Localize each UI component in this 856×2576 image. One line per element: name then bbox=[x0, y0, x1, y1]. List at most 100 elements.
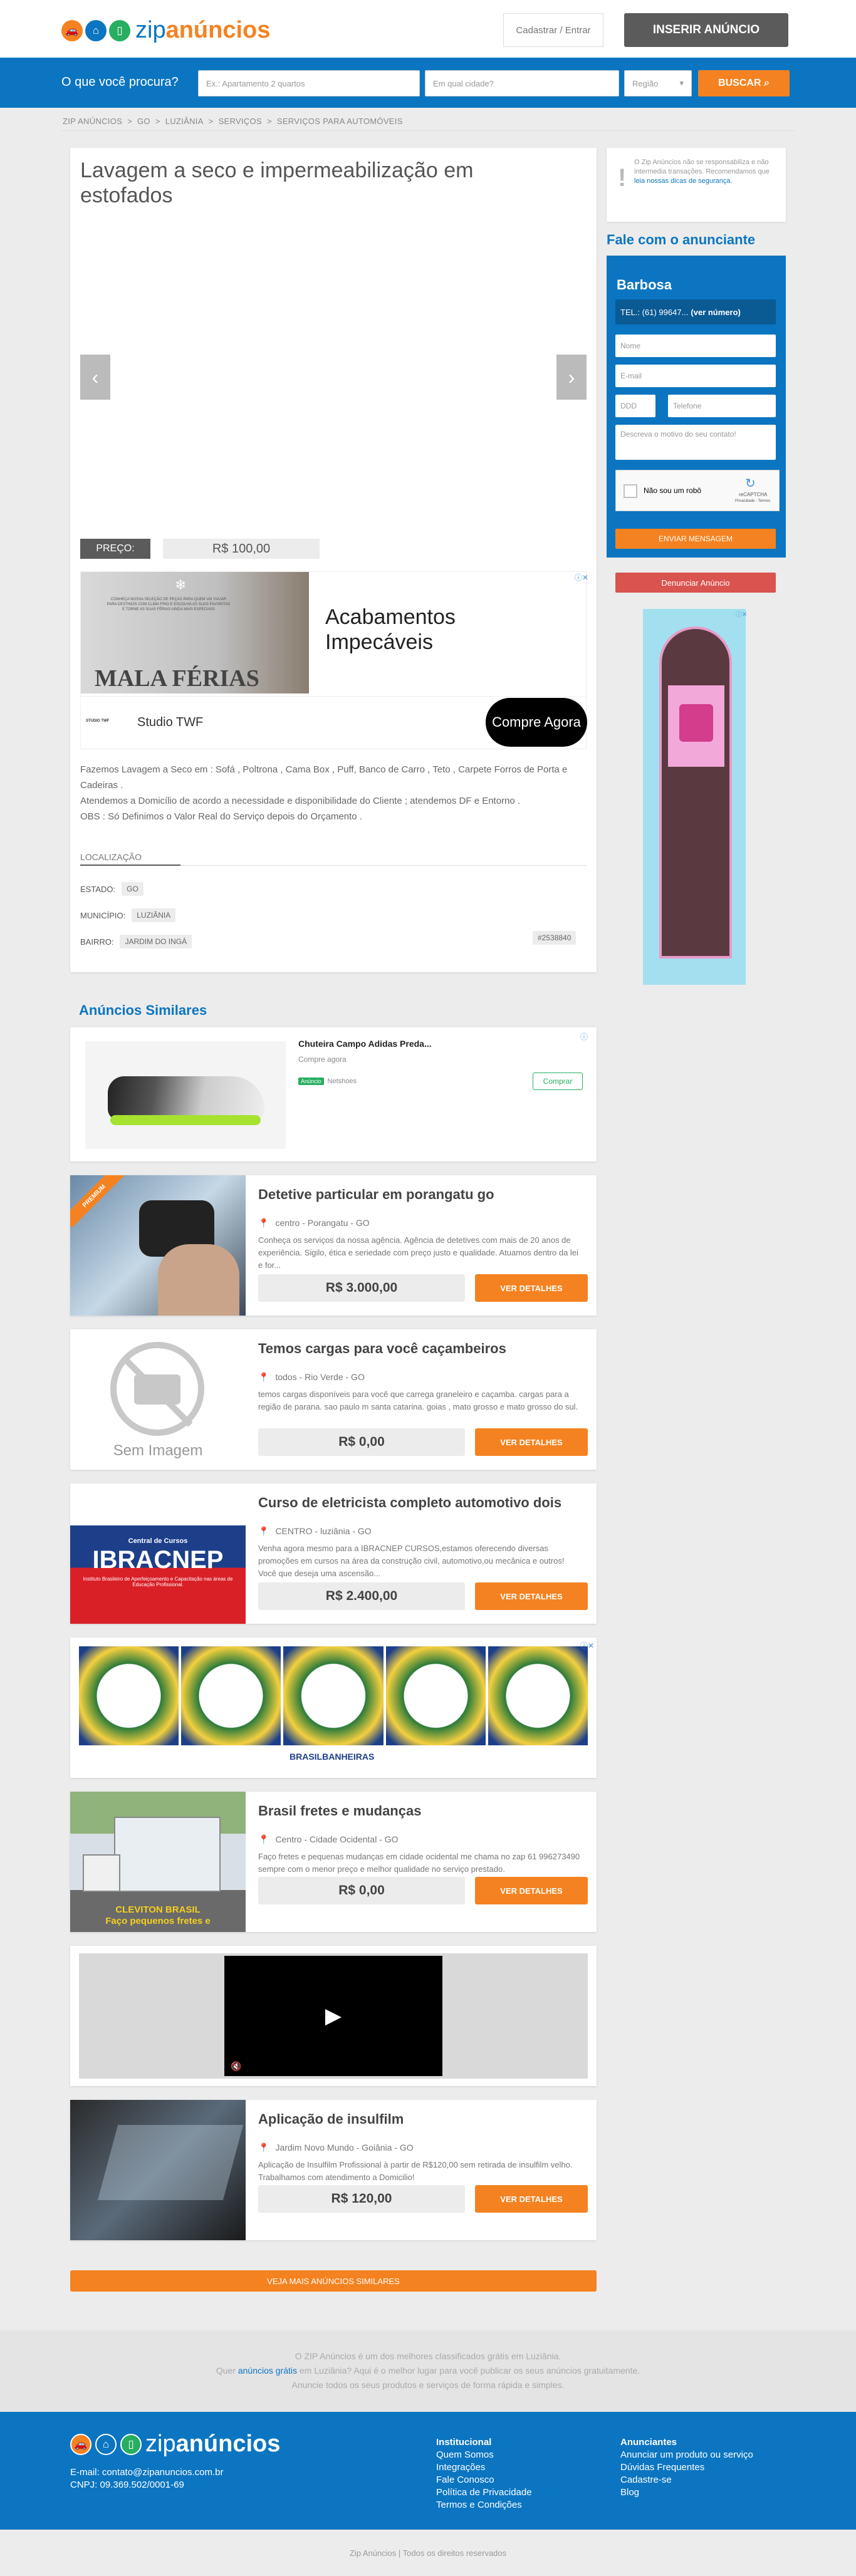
similar-item[interactable]: Central de Cursos IBRACNEP Instituto Bra… bbox=[70, 1483, 597, 1624]
message-field[interactable]: Descreva o motivo do seu contato! bbox=[615, 425, 776, 460]
name-field[interactable]: Nome bbox=[615, 335, 776, 357]
tub-image bbox=[283, 1646, 384, 1745]
footer-col-anunciantes: Anunciantes Anunciar um produto ou servi… bbox=[620, 2437, 753, 2499]
item-price: R$ 0,00 bbox=[258, 1877, 465, 1904]
car-icon: 🚗 bbox=[70, 2433, 91, 2455]
ad-footer[interactable]: STUDIO TWF Studio TWF Compre Agora bbox=[80, 697, 587, 749]
item-image: PREMIUM bbox=[70, 1175, 246, 1316]
chevron-left-icon: ‹ bbox=[91, 365, 99, 388]
city-input[interactable]: Em qual cidade? bbox=[425, 70, 619, 96]
footer-col-title: Institucional bbox=[436, 2437, 492, 2448]
footer-col-title: Anunciantes bbox=[620, 2437, 677, 2448]
ddd-field[interactable]: DDD bbox=[615, 395, 655, 417]
house-icon: ⌂ bbox=[85, 19, 107, 41]
adchoices-icon[interactable]: ⓘ✕ bbox=[580, 1640, 594, 1651]
footer-link[interactable]: Termos e Condições bbox=[436, 2499, 532, 2511]
ad-small-text: CONHEÇA NOSSA SELEÇÃO DE PEÇAS PARA QUEM… bbox=[107, 598, 231, 611]
footer-link[interactable]: Política de Privacidade bbox=[436, 2486, 532, 2499]
item-title[interactable]: Curso de eletricista completo automotivo… bbox=[258, 1495, 561, 1511]
item-image: Sem Imagem bbox=[70, 1329, 246, 1470]
adchoices-icon[interactable]: ⓘ✕ bbox=[736, 609, 747, 618]
item-title[interactable]: Detetive particular em porangatu go bbox=[258, 1187, 494, 1203]
item-location-text: CENTRO - luziânia - GO bbox=[275, 1526, 372, 1536]
item-details-button[interactable]: VER DETALHES bbox=[475, 1877, 588, 1904]
similar-ad-shoe[interactable]: Chuteira Campo Adidas Preda... Compre ag… bbox=[70, 1027, 597, 1161]
search-button[interactable]: BUSCAR ⌕ bbox=[698, 70, 790, 96]
video-player[interactable]: ▶ bbox=[224, 1956, 442, 2076]
footer-link[interactable]: Quem Somos bbox=[436, 2449, 532, 2461]
ad-product-shape bbox=[679, 704, 713, 742]
breadcrumb-item[interactable]: LUZIÂNIA bbox=[165, 117, 204, 126]
send-message-button[interactable]: ENVIAR MENSAGEM bbox=[615, 529, 776, 549]
gallery-prev-button[interactable]: ‹ bbox=[80, 355, 110, 400]
item-details-button[interactable]: VER DETALHES bbox=[475, 2185, 588, 2213]
location-estado: ESTADO: GO bbox=[80, 882, 144, 896]
similar-item[interactable]: PREMIUM Detetive particular em porangatu… bbox=[70, 1175, 597, 1316]
recaptcha-checkbox[interactable] bbox=[624, 484, 637, 498]
item-desc: temos cargas disponíveis para você que c… bbox=[258, 1389, 578, 1411]
similar-item[interactable]: Sem Imagem Temos cargas para você caçamb… bbox=[70, 1329, 597, 1470]
estado-label: ESTADO: bbox=[80, 884, 116, 894]
img-caption-sub: Instituto Brasileiro de Aperfeiçoamento … bbox=[83, 1576, 233, 1587]
sidebar-ad[interactable]: ⓘ✕ bbox=[643, 609, 747, 985]
search-input[interactable]: Ex.: Apartamento 2 quartos bbox=[198, 70, 420, 96]
show-number-link[interactable]: (ver número) bbox=[691, 308, 740, 317]
footer-link[interactable]: Fale Conosco bbox=[436, 2474, 532, 2486]
phone-reveal[interactable]: TEL.: (61) 99647... (ver número) bbox=[615, 299, 776, 325]
premium-ribbon: PREMIUM bbox=[70, 1175, 126, 1228]
seo-text: O ZIP Anúncios é um dos melhores classif… bbox=[0, 2349, 856, 2392]
ad-banner[interactable]: ❄ CONHEÇA NOSSA SELEÇÃO DE PEÇAS PARA QU… bbox=[80, 571, 588, 720]
adchoices-icon[interactable]: ⓘ bbox=[580, 1031, 588, 1042]
similar-ad-banheiras[interactable]: BRASILBANHEIRAS ⓘ✕ bbox=[70, 1638, 597, 1778]
insert-ad-button[interactable]: INSERIR ANÚNCIO bbox=[624, 13, 788, 47]
footer-email[interactable]: E-mail: contato@zipanuncios.com.br bbox=[70, 2467, 224, 2478]
shoe-buy-button[interactable]: Comprar bbox=[533, 1072, 583, 1090]
item-image bbox=[70, 2100, 246, 2240]
logo[interactable]: 🚗 ⌂ ▯ zip anúncios bbox=[61, 17, 270, 44]
similar-item[interactable]: Aplicação de insulfilm 📍 Jardim Novo Mund… bbox=[70, 2100, 597, 2240]
tub-image bbox=[385, 1646, 486, 1745]
glass-shape bbox=[97, 2125, 244, 2200]
breadcrumb-item[interactable]: ZIP ANÚNCIOS bbox=[63, 117, 122, 126]
logo-icons: 🚗 ⌂ ▯ bbox=[61, 19, 130, 41]
footer-link[interactable]: Blog bbox=[620, 2486, 753, 2499]
breadcrumb-item[interactable]: SERVIÇOS PARA AUTOMÓVEIS bbox=[277, 117, 403, 126]
free-ads-link[interactable]: anúncios grátis bbox=[238, 2366, 297, 2376]
mute-icon[interactable]: 🔇 bbox=[231, 2061, 241, 2072]
map-pin-icon: 📍 bbox=[258, 2142, 269, 2153]
ad-phone-shape bbox=[659, 626, 732, 958]
similar-item[interactable]: CLEVITON BRASIL Faço pequenos fretes e B… bbox=[70, 1792, 597, 1932]
play-icon[interactable]: ▶ bbox=[325, 2003, 342, 2028]
footer-link[interactable]: Integrações bbox=[436, 2461, 532, 2474]
gallery-next-button[interactable]: › bbox=[556, 355, 587, 400]
video-ad[interactable]: ▶ 🔇 bbox=[70, 1946, 597, 2086]
recaptcha-terms[interactable]: Privacidade - Termos bbox=[735, 499, 770, 503]
email-field[interactable]: E-mail bbox=[615, 365, 776, 387]
phone-field[interactable]: Telefone bbox=[668, 395, 776, 417]
footer-link[interactable]: Dúvidas Frequentes bbox=[620, 2461, 753, 2474]
breadcrumb-item[interactable]: SERVIÇOS bbox=[219, 117, 262, 126]
safety-tips-link[interactable]: leia nossas dicas de segurança bbox=[634, 177, 730, 185]
footer-logo[interactable]: 🚗 ⌂ ▯ zip anúncios bbox=[70, 2431, 280, 2458]
listing-code: #2538840 bbox=[533, 931, 577, 945]
footer-link[interactable]: Anunciar um produto ou serviço bbox=[620, 2449, 753, 2461]
item-details-button[interactable]: VER DETALHES bbox=[475, 1274, 588, 1302]
footer-link[interactable]: Cadastre-se bbox=[620, 2474, 753, 2486]
bairro-value: JARDIM DO INGÁ bbox=[120, 935, 192, 948]
shoe-image bbox=[85, 1041, 286, 1149]
ad-badge: Anúncio bbox=[298, 1078, 324, 1085]
item-desc: Venha agora mesmo para a IBRACNEP CURSOS… bbox=[258, 1544, 565, 1578]
adchoices-icon[interactable]: ⓘ✕ bbox=[575, 572, 588, 583]
item-details-button[interactable]: VER DETALHES bbox=[475, 1582, 588, 1610]
report-ad-button[interactable]: Denunciar Anúncio bbox=[615, 573, 776, 593]
region-select[interactable]: Região ▾ bbox=[624, 70, 692, 96]
item-title[interactable]: Temos cargas para você caçambeiros bbox=[258, 1341, 506, 1357]
login-button[interactable]: Cadastrar / Entrar bbox=[503, 13, 603, 47]
person-shape bbox=[158, 1244, 239, 1316]
more-similar-button[interactable]: VEJA MAIS ANÚNCIOS SIMILARES bbox=[70, 2270, 597, 2292]
item-title[interactable]: Brasil fretes e mudanças bbox=[258, 1803, 421, 1819]
item-title[interactable]: Aplicação de insulfilm bbox=[258, 2111, 404, 2127]
item-details-button[interactable]: VER DETALHES bbox=[475, 1428, 588, 1456]
breadcrumb-item[interactable]: GO bbox=[137, 117, 150, 126]
ad-cta-button[interactable]: Compre Agora bbox=[486, 698, 587, 747]
